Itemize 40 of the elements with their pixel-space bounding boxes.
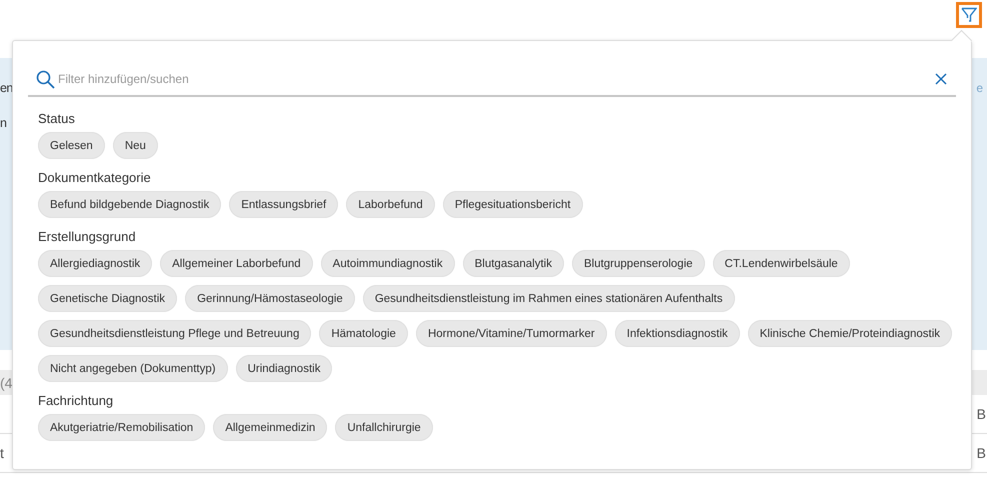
table-cell: B — [976, 406, 986, 422]
search-icon — [36, 70, 55, 88]
filter-chip[interactable]: Blutgruppenserologie — [572, 250, 705, 277]
filter-button[interactable] — [956, 2, 982, 28]
section-heading: Status — [38, 111, 76, 127]
filter-chip[interactable]: Autoimmundiagnostik — [320, 250, 455, 277]
filter-chip[interactable]: Infektionsdiagnostik — [614, 320, 740, 347]
filter-chip[interactable]: Akutgeriatrie/Remobilisation — [38, 414, 206, 441]
search-field[interactable]: Filter hinzufügen/suchen — [58, 72, 931, 86]
section-heading: Erstellungsgrund — [38, 229, 137, 245]
clear-button[interactable] — [934, 72, 948, 86]
close-icon — [934, 72, 948, 86]
list-header-text: (4 — [0, 374, 12, 390]
table-cell: B — [976, 445, 986, 461]
filter-chip[interactable]: Genetische Diagnostik — [38, 285, 178, 312]
section-heading: Dokumentkategorie — [38, 170, 152, 186]
filter-chip[interactable]: Allergiediagnostik — [38, 250, 152, 277]
filter-icon — [961, 7, 977, 23]
filter-chip[interactable]: Urindiagnostik — [236, 355, 332, 382]
filter-chip[interactable]: Nicht angegeben (Dokumenttyp) — [38, 355, 228, 382]
filter-chip[interactable]: Hormone/Vitamine/Tumormarker — [416, 320, 607, 347]
filter-chip[interactable]: Gesundheitsdienstleistung Pflege und Betreuung — [38, 320, 312, 347]
filter-chip[interactable]: Gelesen — [38, 132, 105, 159]
filter-chip[interactable]: Gesundheitsdienstleistung im Rahmen eines stationären Aufenthalts — [362, 285, 735, 312]
table-cell: t — [0, 445, 4, 461]
filter-chip[interactable]: Neu — [112, 132, 158, 159]
filter-chip[interactable]: Klinische Chemie/Proteindiagnostik — [748, 320, 952, 347]
filter-chip[interactable]: Laborbefund — [346, 191, 435, 218]
filter-chip[interactable]: Pflegesituationsbericht — [442, 191, 583, 218]
filter-chip[interactable]: Gerinnung/Hämostaseologie — [185, 285, 355, 312]
section-heading: Fachrichtung — [38, 393, 114, 409]
filter-chip[interactable]: Blutgasanalytik — [462, 250, 564, 277]
filter-chip[interactable]: Entlassungsbrief — [229, 191, 338, 218]
filter-chip[interactable]: Unfallchirurgie — [335, 414, 433, 441]
filter-chip[interactable]: Befund bildgebende Diagnostik — [38, 191, 222, 218]
filter-chip[interactable]: Allgemeiner Laborbefund — [160, 250, 313, 277]
filter-chip[interactable]: Hämatologie — [319, 320, 408, 347]
banner-text: n — [0, 116, 6, 130]
filter-chip[interactable]: CT.Lendenwirbelsäule — [712, 250, 850, 277]
filter-chip[interactable]: Allgemeinmedizin — [213, 414, 328, 441]
